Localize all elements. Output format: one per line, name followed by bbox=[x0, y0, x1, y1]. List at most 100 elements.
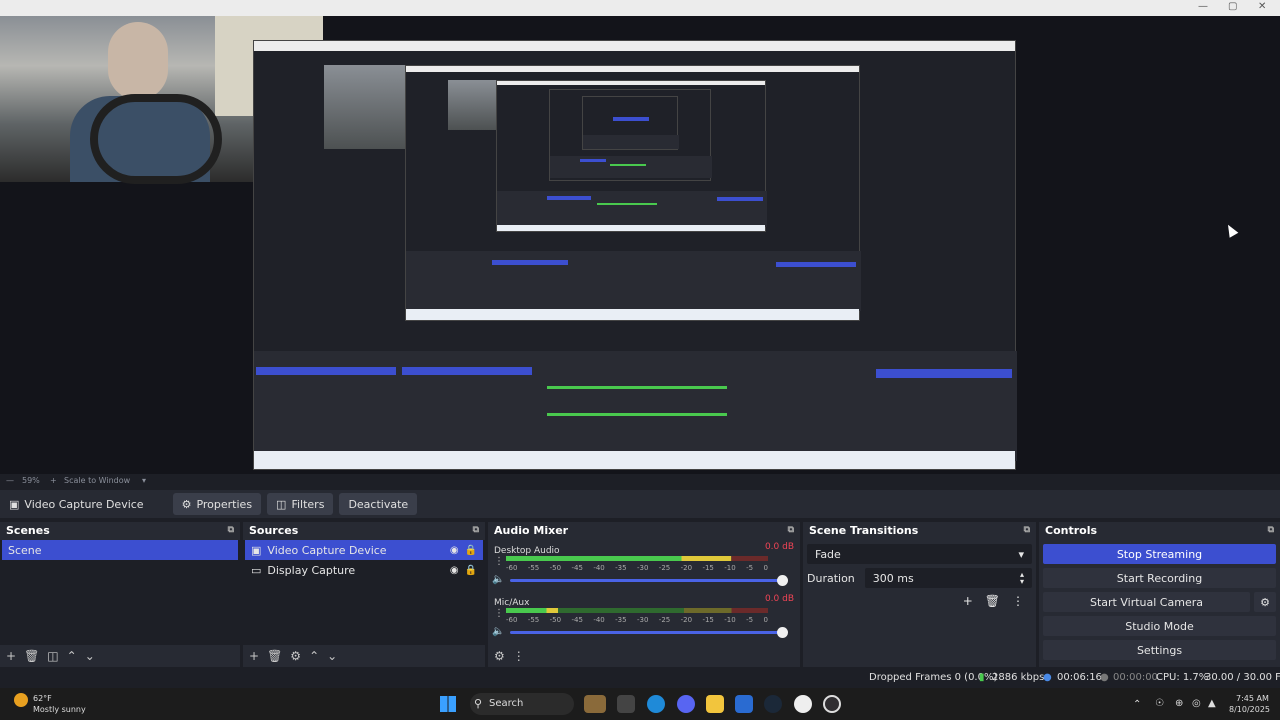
scene-transitions-dock: Scene Transitions ⧉ Fade ▾ Duration 300 … bbox=[803, 522, 1036, 667]
window-titlebar: — ▢ ✕ bbox=[0, 0, 1280, 16]
volume-slider[interactable] bbox=[510, 575, 788, 586]
meter-tick-label: -5 bbox=[746, 564, 754, 572]
move-up-icon[interactable]: ⌃ bbox=[67, 649, 77, 663]
add-transition-icon[interactable]: + bbox=[963, 594, 973, 608]
eye-icon[interactable]: ◉ bbox=[450, 565, 459, 576]
lock-icon[interactable]: 🔒 bbox=[465, 545, 477, 556]
security-icon[interactable]: ☉ bbox=[1155, 698, 1164, 709]
mixer-menu-icon[interactable]: ⋮ bbox=[513, 649, 525, 663]
properties-button[interactable]: ⚙ Properties bbox=[172, 493, 262, 515]
move-up-icon[interactable]: ⌃ bbox=[309, 649, 319, 663]
meter-tick-label: -60 bbox=[506, 564, 518, 572]
studio-mode-button[interactable]: Studio Mode bbox=[1043, 616, 1276, 636]
trash-icon[interactable]: 🗑 bbox=[267, 649, 282, 663]
transition-select[interactable]: Fade ▾ bbox=[807, 544, 1032, 564]
deactivate-label: Deactivate bbox=[348, 497, 409, 511]
stop-streaming-button[interactable]: Stop Streaming bbox=[1043, 544, 1276, 564]
volume-slider[interactable] bbox=[510, 627, 788, 638]
scene-item[interactable]: Scene bbox=[2, 540, 238, 560]
context-source-label: Video Capture Device bbox=[24, 497, 144, 511]
edge-icon[interactable] bbox=[647, 695, 665, 713]
nested-capture-4 bbox=[549, 89, 712, 181]
undock-icon[interactable]: ⧉ bbox=[788, 525, 794, 535]
close-icon[interactable]: ✕ bbox=[1258, 1, 1266, 12]
minimize-icon[interactable]: — bbox=[1198, 1, 1208, 12]
virtual-camera-settings-icon[interactable]: ⚙ bbox=[1254, 592, 1276, 612]
gear-icon: ⚙ bbox=[181, 497, 192, 511]
store-icon[interactable] bbox=[735, 695, 753, 713]
spinner-icon[interactable]: ▴ ▾ bbox=[1020, 571, 1024, 586]
weather-temp: 62°F bbox=[33, 694, 52, 703]
volume-meter bbox=[506, 608, 768, 613]
slider-handle[interactable] bbox=[777, 627, 788, 638]
transition-menu-icon[interactable]: ⋮ bbox=[1012, 594, 1024, 608]
meter-tick-label: -15 bbox=[702, 616, 714, 624]
start-virtual-camera-button[interactable]: Start Virtual Camera bbox=[1043, 592, 1250, 612]
undock-icon[interactable]: ⧉ bbox=[1268, 525, 1274, 535]
task-view-icon[interactable] bbox=[617, 695, 635, 713]
os-taskbar: 62°F Mostly sunny ⚲ Search ⌃ ☉ ⊕ ◎ ▲ 7:4… bbox=[0, 688, 1280, 720]
meter-tick-label: -40 bbox=[593, 616, 605, 624]
sources-dock: Sources ⧉ ▣ Video Capture Device ◉ 🔒 ▭ D… bbox=[243, 522, 485, 667]
duration-input[interactable]: 300 ms ▴ ▾ bbox=[864, 568, 1032, 588]
deactivate-button[interactable]: Deactivate bbox=[339, 493, 418, 515]
g-hub-icon[interactable] bbox=[794, 695, 812, 713]
scene-filters-icon[interactable]: ◫ bbox=[47, 649, 58, 663]
meter-ticks: -60 -55 -50 -45 -40 -35 -30 -25 -20 -15 -10 -5 0 bbox=[506, 564, 768, 572]
network-icon[interactable]: ⊕ bbox=[1175, 698, 1183, 709]
zoom-out-icon[interactable]: — bbox=[6, 476, 14, 485]
source-item-display-capture[interactable]: ▭ Display Capture ◉ 🔒 bbox=[245, 560, 483, 580]
undock-icon[interactable]: ⧉ bbox=[228, 525, 234, 535]
zoom-level: 59% bbox=[22, 476, 40, 485]
preview-canvas[interactable] bbox=[0, 16, 1280, 474]
meter-tick-label: -50 bbox=[549, 564, 562, 572]
meter-tick-label: -30 bbox=[636, 616, 649, 624]
trash-icon[interactable]: 🗑 bbox=[985, 594, 1000, 608]
move-down-icon[interactable]: ⌄ bbox=[85, 649, 95, 663]
weather-icon[interactable] bbox=[14, 693, 28, 707]
lock-icon[interactable]: 🔒 bbox=[465, 565, 477, 576]
chevron-up-icon[interactable]: ⌃ bbox=[1133, 699, 1141, 710]
audio-mixer-title: Audio Mixer bbox=[494, 523, 569, 537]
maximize-icon[interactable]: ▢ bbox=[1228, 1, 1237, 12]
add-scene-icon[interactable]: + bbox=[6, 649, 16, 663]
gear-icon[interactable]: ⚙ bbox=[290, 649, 301, 663]
slider-handle[interactable] bbox=[777, 575, 788, 586]
file-explorer-icon[interactable] bbox=[706, 695, 724, 713]
add-source-icon[interactable]: + bbox=[249, 649, 259, 663]
meter-ticks: -60 -55 -50 -45 -40 -35 -30 -25 -20 -15 -10 -5 0 bbox=[506, 616, 768, 624]
meter-tick-label: -55 bbox=[527, 564, 540, 572]
trash-icon[interactable]: 🗑 bbox=[24, 649, 39, 663]
settings-button[interactable]: Settings bbox=[1043, 640, 1276, 660]
chevron-down-icon[interactable]: ▾ bbox=[142, 476, 146, 485]
move-down-icon[interactable]: ⌄ bbox=[327, 649, 337, 663]
scenes-title: Scenes bbox=[6, 523, 50, 537]
steam-icon[interactable] bbox=[764, 695, 782, 713]
channel-menu-icon[interactable]: ⋮ bbox=[494, 608, 504, 619]
eye-icon[interactable]: ◉ bbox=[450, 545, 459, 556]
zoom-in-icon[interactable]: + bbox=[50, 476, 57, 485]
channel-menu-icon[interactable]: ⋮ bbox=[494, 556, 504, 567]
speaker-icon[interactable]: 🔈 bbox=[492, 626, 504, 637]
discord-icon[interactable] bbox=[677, 695, 695, 713]
weather-desc: Mostly sunny bbox=[33, 705, 86, 714]
undock-icon[interactable]: ⧉ bbox=[473, 525, 479, 535]
scale-mode-select[interactable]: Scale to Window bbox=[64, 476, 130, 485]
start-recording-button[interactable]: Start Recording bbox=[1043, 568, 1276, 588]
meter-tick-label: -5 bbox=[746, 616, 754, 624]
meter-tick-label: -45 bbox=[571, 616, 583, 624]
nested-capture-3 bbox=[496, 80, 767, 232]
undock-icon[interactable]: ⧉ bbox=[1024, 525, 1030, 535]
meter-tick-label: 0 bbox=[763, 616, 768, 624]
signal-icon: ▮ bbox=[979, 672, 985, 683]
wifi-icon[interactable]: ◎ bbox=[1192, 698, 1201, 709]
source-item-video-capture[interactable]: ▣ Video Capture Device ◉ 🔒 bbox=[245, 540, 483, 560]
advanced-audio-icon[interactable]: ⚙ bbox=[494, 649, 505, 663]
duration-value: 300 ms bbox=[872, 571, 914, 585]
controls-title: Controls bbox=[1045, 523, 1098, 537]
windows-start-icon[interactable] bbox=[440, 696, 456, 712]
filters-button[interactable]: ◫ Filters bbox=[267, 493, 334, 515]
obs-icon[interactable] bbox=[823, 695, 841, 713]
speaker-icon[interactable]: 🔈 bbox=[492, 574, 504, 585]
volume-icon[interactable]: ▲ bbox=[1208, 698, 1216, 709]
